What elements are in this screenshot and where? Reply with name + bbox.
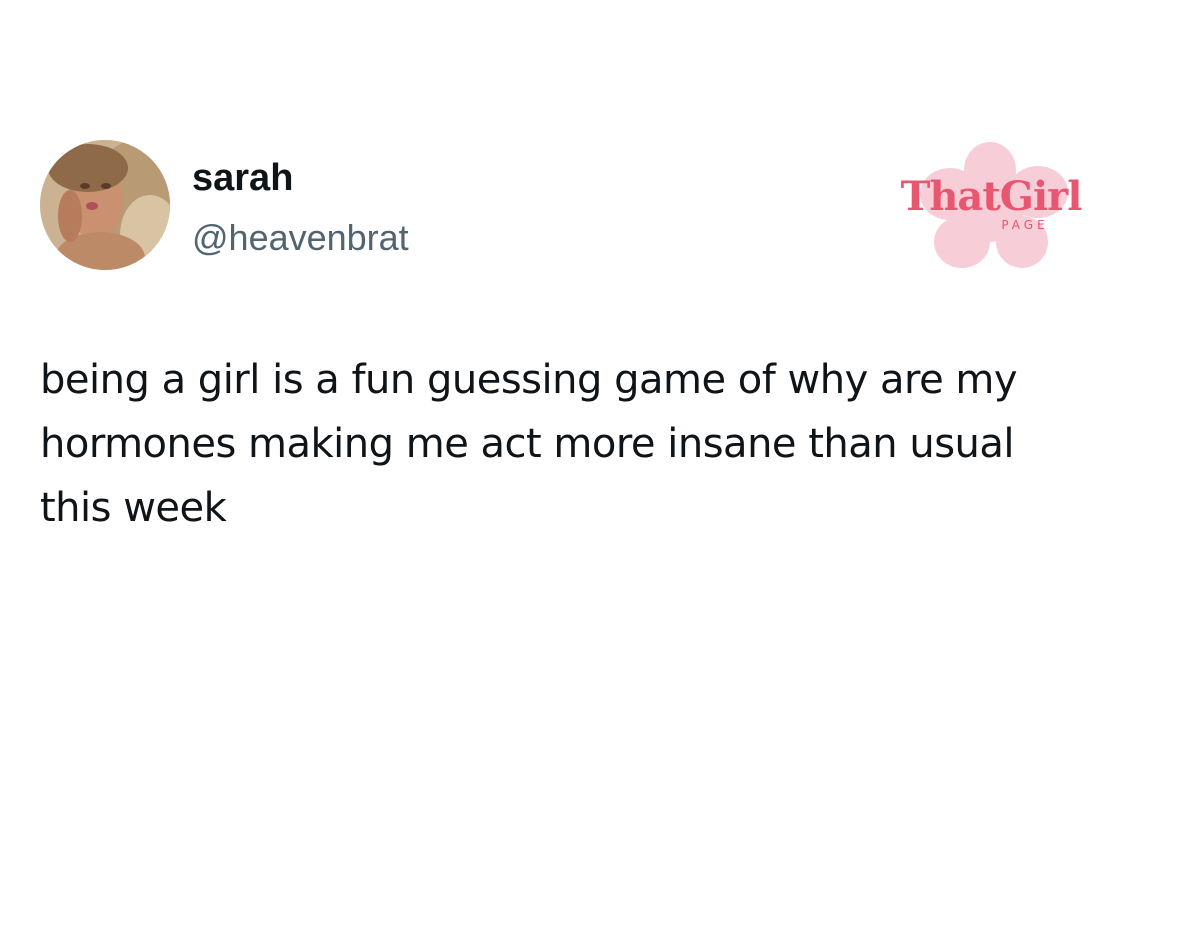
- tweet-text-line: being a girl is a fun guessing game of w…: [40, 357, 1018, 403]
- tweet-text-line: this week: [40, 485, 227, 531]
- tweet-text: being a girl is a fun guessing game of w…: [40, 348, 1150, 540]
- watermark-subtitle: PAGE: [1001, 218, 1049, 232]
- watermark-title: ThatGirl: [900, 173, 1083, 220]
- avatar-photo-icon: [40, 140, 170, 270]
- thatgirl-watermark: ThatGirl PAGE: [890, 140, 1090, 272]
- avatar[interactable]: [40, 140, 170, 270]
- tweet-header: sarah @heavenbrat ThatGirl PAGE: [40, 140, 1140, 272]
- tweet-text-line: hormones making me act more insane than …: [40, 421, 1015, 467]
- display-name[interactable]: sarah: [192, 154, 409, 202]
- user-info: sarah @heavenbrat: [192, 154, 409, 264]
- user-handle[interactable]: @heavenbrat: [192, 212, 409, 264]
